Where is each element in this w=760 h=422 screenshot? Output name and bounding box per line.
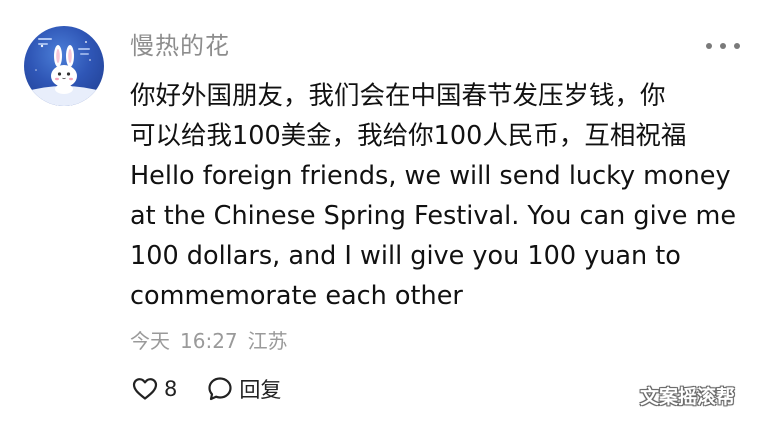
comment-time: 16:27 bbox=[180, 329, 238, 353]
comment-body-line: commemorate each other bbox=[130, 281, 463, 311]
comment-body-line: at the Chinese Spring Festival. You can … bbox=[130, 201, 737, 231]
user-avatar[interactable] bbox=[24, 26, 104, 106]
comment-date: 今天 bbox=[130, 329, 170, 353]
more-dots-icon bbox=[720, 43, 726, 49]
reply-button[interactable]: 回复 bbox=[207, 374, 281, 404]
comment-actions: 8 回复 bbox=[132, 372, 281, 406]
speech-bubble-icon bbox=[208, 377, 232, 401]
comment-body-line: 可以给我100美金，我给你100人民币，互相祝福 bbox=[130, 121, 687, 151]
more-options-button[interactable] bbox=[706, 36, 740, 56]
comment-body-line: 100 dollars, and I will give you 100 yua… bbox=[130, 241, 681, 271]
reply-label: 回复 bbox=[239, 378, 282, 402]
username[interactable]: 慢热的花 bbox=[130, 30, 230, 62]
comment-meta: 今天 16:27 江苏 bbox=[130, 326, 288, 356]
comment-body-line: 你好外国朋友，我们会在中国春节发压岁钱，你 bbox=[130, 81, 666, 111]
watermark: 文案摇滚帮 bbox=[640, 386, 736, 408]
like-count: 8 bbox=[164, 377, 178, 401]
like-button[interactable]: 8 bbox=[132, 377, 177, 401]
more-dots-icon bbox=[706, 43, 712, 49]
comment-body: 你好外国朋友，我们会在中国春节发压岁钱，你 可以给我100美金，我给你100人民… bbox=[130, 76, 745, 316]
comment-location: 江苏 bbox=[247, 329, 288, 353]
comment-card: 慢热的花 你好外国朋友，我们会在中国春节发压岁钱，你 可以给我100美金，我给你… bbox=[0, 0, 760, 422]
heart-icon bbox=[132, 378, 158, 400]
bunny-avatar-icon bbox=[24, 38, 104, 106]
comment-body-line: Hello foreign friends, we will send luck… bbox=[130, 161, 731, 191]
more-dots-icon bbox=[734, 43, 740, 49]
